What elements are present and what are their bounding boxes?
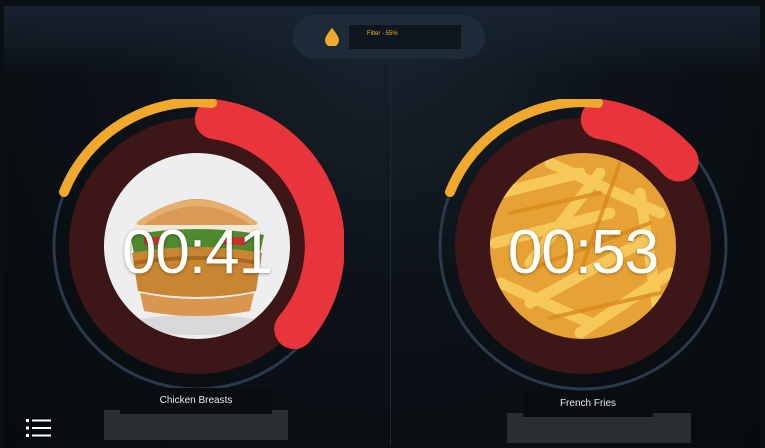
filter-status-pill[interactable]: Filter - 55% (293, 15, 485, 59)
label-box: French Fries (523, 391, 653, 417)
label-shadow (507, 413, 691, 443)
item-name: French Fries (559, 398, 617, 409)
center-divider (390, 46, 391, 446)
timer-french-fries[interactable]: 00:53 (436, 99, 730, 393)
fryer-screen: Filter - 55% 00:41 00:53 Chicken Breasts… (4, 6, 760, 447)
filter-text: Filter - 55% (367, 31, 398, 37)
list-menu-icon[interactable] (26, 417, 52, 439)
label-box: Chicken Breasts (120, 388, 272, 414)
countdown-time: 00:53 (507, 218, 659, 287)
label-shadow (104, 410, 288, 440)
filter-readout: Filter - 55% (349, 25, 461, 49)
countdown-time: 00:41 (121, 218, 273, 287)
timer-chicken-breasts[interactable]: 00:41 (50, 99, 344, 393)
oil-drop-icon (325, 28, 339, 46)
item-name: Chicken Breasts (159, 395, 233, 406)
